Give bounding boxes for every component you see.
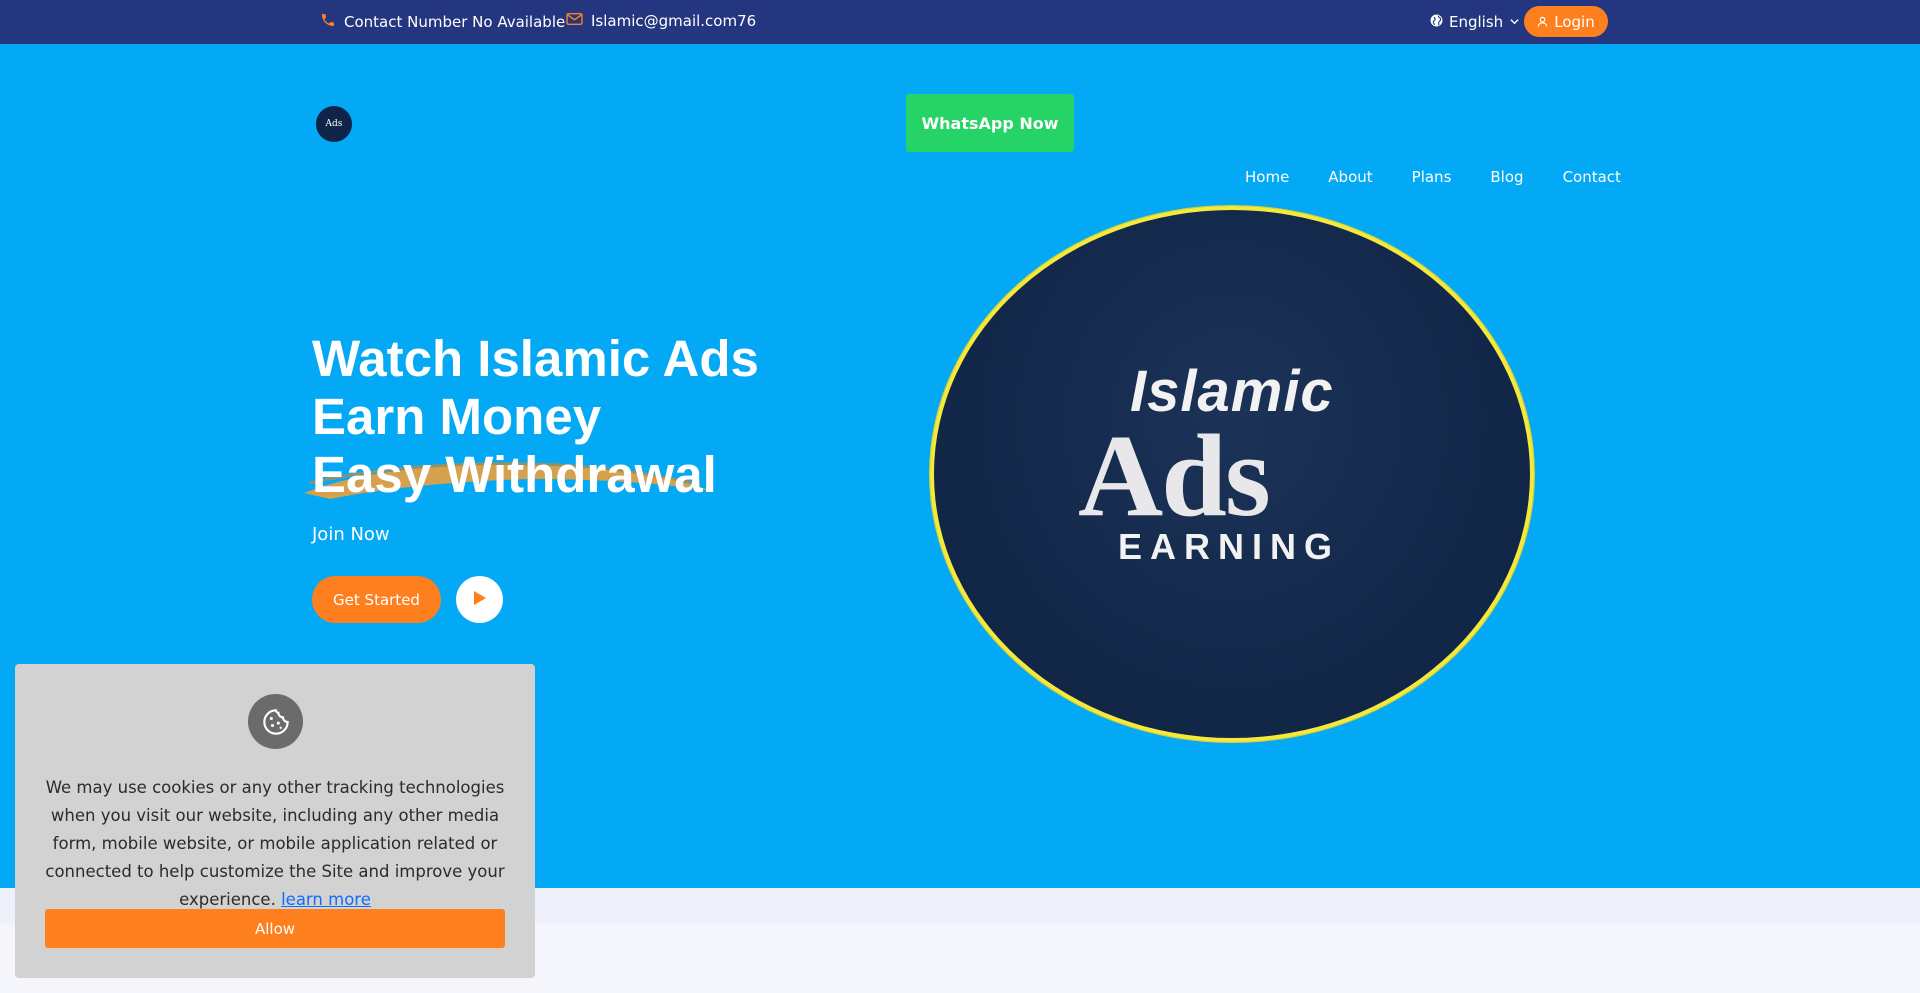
site-logo[interactable]: Ads bbox=[316, 106, 352, 142]
cookie-consent-banner: We may use cookies or any other tracking… bbox=[15, 664, 535, 978]
user-icon bbox=[1537, 13, 1548, 31]
language-label: English bbox=[1449, 13, 1504, 31]
email-text: Islamic@gmail.com76 bbox=[591, 12, 757, 30]
nav-contact[interactable]: Contact bbox=[1563, 168, 1621, 186]
cookie-message: We may use cookies or any other tracking… bbox=[45, 774, 505, 914]
hero-logo-line-2: Ads bbox=[1078, 410, 1271, 541]
allow-cookies-button[interactable]: Allow bbox=[45, 909, 505, 948]
phone-icon bbox=[320, 12, 336, 32]
envelope-icon bbox=[566, 12, 583, 30]
globe-icon bbox=[1430, 13, 1443, 31]
main-nav: Home About Plans Blog Contact bbox=[1245, 168, 1621, 186]
allow-label: Allow bbox=[254, 919, 296, 938]
email-link[interactable]: Islamic@gmail.com76 bbox=[566, 12, 756, 30]
hero-logo-line-3: EARNING bbox=[1118, 526, 1341, 567]
nav-plans[interactable]: Plans bbox=[1412, 168, 1452, 186]
login-label: Login bbox=[1554, 12, 1595, 31]
cookie-message-text: We may use cookies or any other tracking… bbox=[45, 778, 505, 909]
get-started-label: Get Started bbox=[333, 590, 420, 609]
hero-headline: Watch Islamic Ads Earn Money Easy Withdr… bbox=[312, 330, 759, 504]
language-selector[interactable]: English bbox=[1430, 13, 1520, 31]
nav-about[interactable]: About bbox=[1328, 168, 1372, 186]
top-bar: Contact Number No Available Islamic@gmai… bbox=[0, 0, 1920, 44]
cookie-icon bbox=[248, 694, 303, 749]
whatsapp-button[interactable]: WhatsApp Now bbox=[906, 94, 1074, 152]
chevron-down-icon bbox=[1509, 13, 1520, 31]
contact-number: Contact Number No Available bbox=[320, 12, 565, 32]
hero-logo-image: Islamic Ads EARNING bbox=[930, 206, 1534, 742]
headline-line-1: Watch Islamic Ads bbox=[312, 330, 759, 387]
play-video-button[interactable] bbox=[456, 576, 503, 623]
headline-line-2: Earn Money bbox=[312, 388, 602, 445]
hero-subtitle: Join Now bbox=[312, 524, 390, 545]
get-started-button[interactable]: Get Started bbox=[312, 576, 441, 623]
site-logo-text: Ads bbox=[325, 119, 343, 129]
login-button[interactable]: Login bbox=[1524, 6, 1608, 37]
nav-blog[interactable]: Blog bbox=[1490, 168, 1523, 186]
nav-home[interactable]: Home bbox=[1245, 168, 1289, 186]
headline-line-3: Easy Withdrawal bbox=[312, 446, 717, 503]
whatsapp-label: WhatsApp Now bbox=[921, 113, 1059, 133]
play-icon bbox=[473, 590, 487, 610]
contact-number-text: Contact Number No Available bbox=[344, 13, 566, 31]
learn-more-link[interactable]: learn more bbox=[281, 890, 371, 909]
